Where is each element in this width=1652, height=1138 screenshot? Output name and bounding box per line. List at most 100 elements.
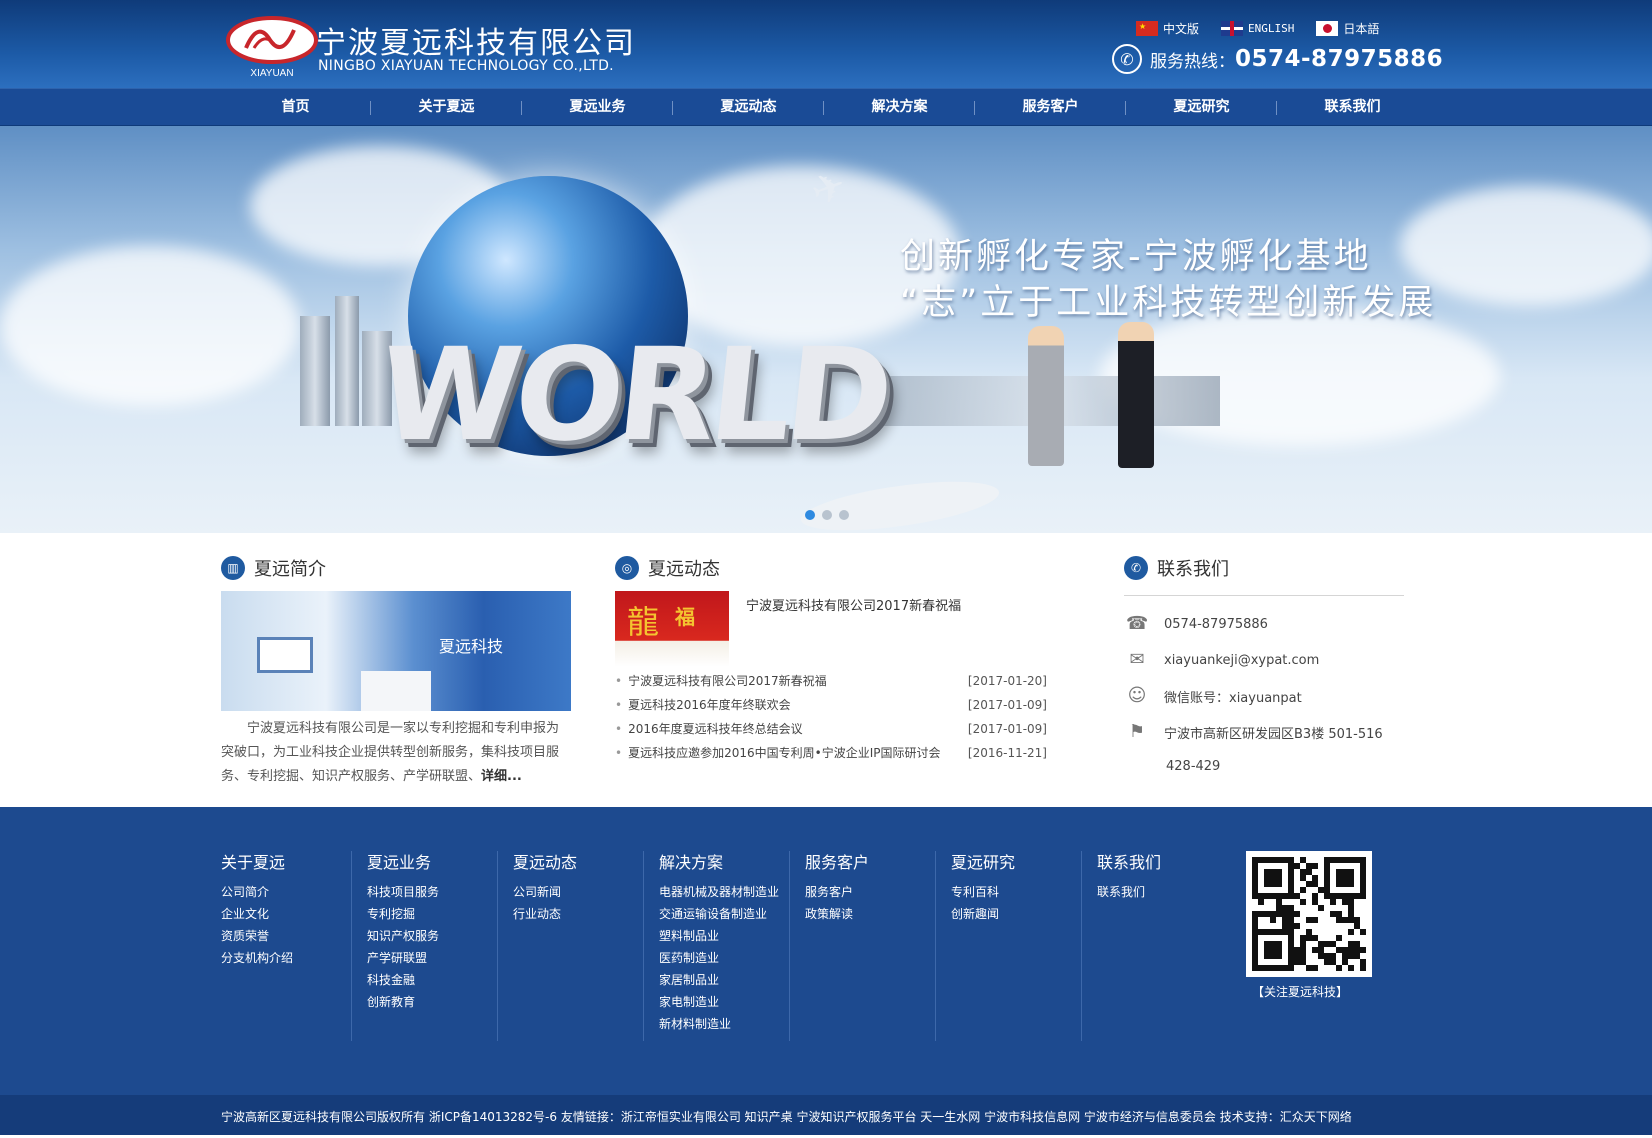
nav-item-business[interactable]: 夏远业务 — [522, 89, 673, 127]
footer-col-title[interactable]: 夏远研究 — [951, 849, 1015, 873]
contact-wechat-value: 微信账号：xiayuanpat — [1164, 690, 1302, 706]
site-header: XIAYUAN 宁波夏远科技有限公司 NINGBO XIAYUAN TECHNO… — [0, 0, 1652, 88]
photo-desk — [361, 671, 431, 711]
footer-link[interactable]: 医药制造业 — [659, 947, 779, 969]
slider-dot-3[interactable] — [839, 510, 849, 520]
footer-link[interactable]: 行业动态 — [513, 903, 577, 925]
copyright-text: 宁波高新区夏远科技有限公司版权所有 浙ICP备14013282号-6 友情链接：… — [221, 1110, 1352, 1124]
footer-col-title[interactable]: 夏远业务 — [367, 849, 439, 873]
main-nav: 首页 关于夏远 夏远业务 夏远动态 解决方案 服务客户 夏远研究 联系我们 — [0, 88, 1652, 126]
envelope-icon: ✉ — [1129, 649, 1145, 670]
footer-col-title[interactable]: 夏远动态 — [513, 849, 577, 873]
phone-icon: ✆ — [1112, 44, 1142, 74]
footer-link[interactable]: 专利挖掘 — [367, 903, 439, 925]
nav-item-contact[interactable]: 联系我们 — [1277, 89, 1428, 127]
footer-divider — [497, 851, 498, 1041]
news-item[interactable]: 2016年度夏远科技年终总结会议[2017-01-09] — [615, 717, 1047, 741]
footer-link[interactable]: 资质荣誉 — [221, 925, 293, 947]
footer-col-title[interactable]: 关于夏远 — [221, 849, 293, 873]
nav-item-about[interactable]: 关于夏远 — [371, 89, 522, 127]
footer-link[interactable]: 家电制造业 — [659, 991, 779, 1013]
footer-divider — [643, 851, 644, 1041]
footer-col-title[interactable]: 联系我们 — [1097, 849, 1161, 873]
nav-item-news[interactable]: 夏远动态 — [673, 89, 824, 127]
hero-banner[interactable]: ✈ WORLD 创新孵化专家-宁波孵化基地 “志”立于工业科技转型创新发展 — [0, 126, 1652, 533]
footer-link[interactable]: 创新教育 — [367, 991, 439, 1013]
contact-section-title[interactable]: ✆ 联系我们 — [1124, 555, 1229, 581]
news-item-title[interactable]: 宁波夏远科技有限公司2017新春祝福 — [628, 669, 968, 693]
news-title-label: 夏远动态 — [648, 559, 720, 580]
footer-link[interactable]: 服务客户 — [805, 881, 869, 903]
footer-link[interactable]: 电器机械及器材制造业 — [659, 881, 779, 903]
contact-title-label: 联系我们 — [1157, 559, 1229, 580]
main-content: ▥ 夏远简介 夏远科技 宁波夏远科技有限公司是一家以专利挖掘和专利申报为突破口，… — [0, 533, 1652, 807]
dragon-graphic: 龍 — [627, 603, 660, 641]
footer-col-title[interactable]: 解决方案 — [659, 849, 779, 873]
company-name-en: NINGBO XIAYUAN TECHNOLOGY CO.,LTD. — [318, 58, 614, 74]
footer-link[interactable]: 创新趣闻 — [951, 903, 1015, 925]
news-item-title[interactable]: 夏远科技应邀参加2016中国专利周•宁波企业IP国际研讨会 — [628, 741, 968, 765]
footer-col-solutions: 解决方案 电器机械及器材制造业 交通运输设备制造业 塑料制品业 医药制造业 家居… — [659, 849, 779, 1035]
footer-link[interactable]: 科技项目服务 — [367, 881, 439, 903]
contact-email-value[interactable]: xiayuankeji@xypat.com — [1164, 653, 1319, 668]
factory-icon: ▥ — [221, 556, 245, 580]
slider-dots — [805, 510, 849, 520]
footer-link[interactable]: 企业文化 — [221, 903, 293, 925]
news-section-title[interactable]: ◎ 夏远动态 — [615, 555, 720, 581]
footer-link[interactable]: 联系我们 — [1097, 881, 1161, 903]
about-section-title[interactable]: ▥ 夏远简介 — [221, 555, 326, 581]
footer-link[interactable]: 公司新闻 — [513, 881, 577, 903]
news-item-date: [2016-11-21] — [967, 746, 1047, 760]
footer-link[interactable]: 公司简介 — [221, 881, 293, 903]
footer-link[interactable]: 家居制品业 — [659, 969, 779, 991]
news-headline[interactable]: 宁波夏远科技有限公司2017新春祝福 — [746, 595, 961, 614]
office-photo[interactable]: 夏远科技 — [221, 591, 571, 711]
lang-label: 日本語 — [1343, 22, 1380, 36]
footer-link[interactable]: 塑料制品业 — [659, 925, 779, 947]
nav-item-clients[interactable]: 服务客户 — [975, 89, 1126, 127]
china-flag-icon — [1136, 21, 1158, 36]
footer-link[interactable]: 专利百科 — [951, 881, 1015, 903]
footer-link[interactable]: 交通运输设备制造业 — [659, 903, 779, 925]
footer-link[interactable]: 新材料制造业 — [659, 1013, 779, 1035]
qr-code-pattern — [1252, 857, 1366, 971]
nav-item-solutions[interactable]: 解决方案 — [824, 89, 975, 127]
contact-divider — [1124, 595, 1404, 596]
lang-english[interactable]: ENGLISH — [1221, 20, 1294, 37]
contact-phone: ☎ 0574-87975886 — [1126, 613, 1268, 635]
news-item[interactable]: 宁波夏远科技有限公司2017新春祝福[2017-01-20] — [615, 669, 1047, 693]
nav-item-home[interactable]: 首页 — [220, 89, 371, 127]
footer-link[interactable]: 分支机构介绍 — [221, 947, 293, 969]
language-switcher: 中文版 ENGLISH 日本語 — [1136, 20, 1379, 37]
footer-col-title[interactable]: 服务客户 — [805, 849, 869, 873]
news-item[interactable]: 夏远科技2016年度年终联欢会[2017-01-09] — [615, 693, 1047, 717]
news-thumbnail[interactable]: 龍 福 — [615, 591, 729, 667]
slider-dot-2[interactable] — [822, 510, 832, 520]
footer-link[interactable]: 产学研联盟 — [367, 947, 439, 969]
news-item-title[interactable]: 夏远科技2016年度年终联欢会 — [628, 693, 968, 717]
footer-divider — [1081, 851, 1082, 1041]
footer-col-about: 关于夏远 公司简介 企业文化 资质荣誉 分支机构介绍 — [221, 849, 293, 969]
about-title-label: 夏远简介 — [254, 559, 326, 580]
company-logo[interactable]: XIAYUAN — [224, 14, 320, 78]
footer-link[interactable]: 知识产权服务 — [367, 925, 439, 947]
road-graphic — [798, 472, 1002, 533]
footer-link[interactable]: 政策解读 — [805, 903, 869, 925]
nav-item-research[interactable]: 夏远研究 — [1126, 89, 1277, 127]
qr-code — [1246, 851, 1372, 977]
site-footer: 关于夏远 公司简介 企业文化 资质荣誉 分支机构介绍 夏远业务 科技项目服务 专… — [0, 807, 1652, 1135]
contact-address-value: 宁波市高新区研发园区B3楼 501-516 — [1164, 726, 1383, 742]
news-item-title[interactable]: 2016年度夏远科技年终总结会议 — [628, 717, 968, 741]
news-icon: ◎ — [615, 556, 639, 580]
read-more-link[interactable]: 详细... — [481, 769, 522, 784]
news-item[interactable]: 夏远科技应邀参加2016中国专利周•宁波企业IP国际研讨会[2016-11-21… — [615, 741, 1047, 765]
footer-divider — [935, 851, 936, 1041]
fu-graphic: 福 — [675, 605, 695, 629]
lang-chinese[interactable]: 中文版 — [1136, 20, 1199, 37]
footer-link[interactable]: 科技金融 — [367, 969, 439, 991]
contact-wechat: ☺ 微信账号：xiayuanpat — [1126, 685, 1302, 707]
slider-dot-1[interactable] — [805, 510, 815, 520]
lang-label: 中文版 — [1163, 22, 1200, 36]
lang-japanese[interactable]: 日本語 — [1316, 20, 1379, 37]
world-graphic: WORLD — [372, 321, 895, 470]
